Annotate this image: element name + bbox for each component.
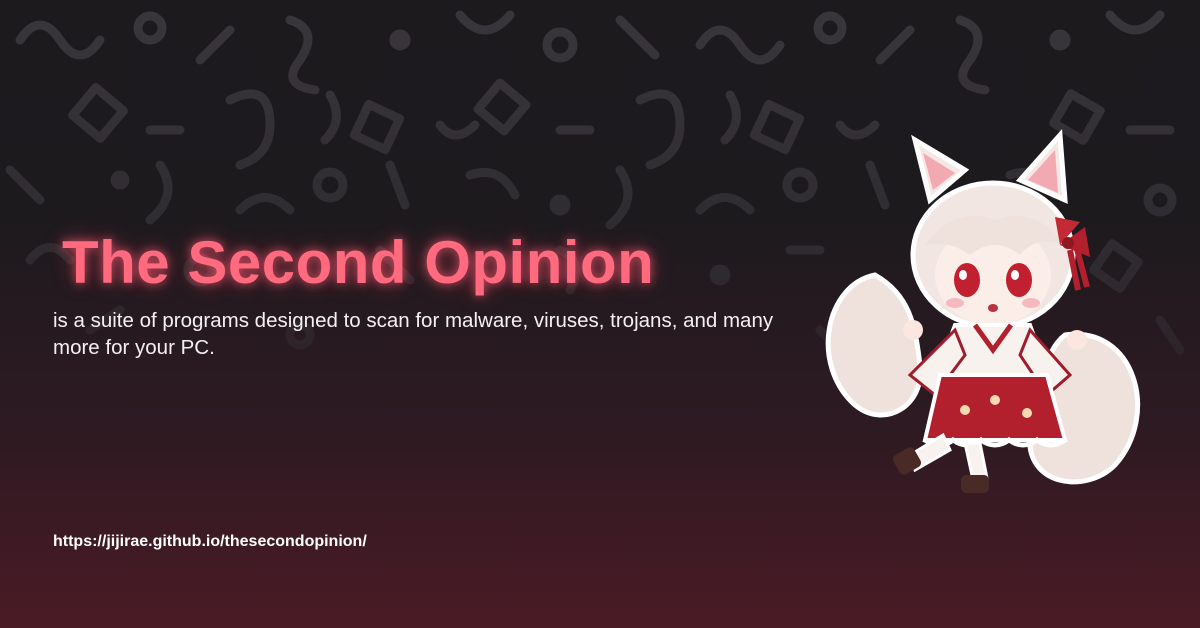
eye-left [954,263,980,297]
fox-tail-left [825,272,923,418]
hand-right [1067,330,1087,350]
red-hakama-skirt [922,373,1068,442]
hand-left [903,320,923,340]
shoe-right [961,475,989,493]
fox-girl-mascot-illustration [825,128,1140,493]
eye-right [1006,263,1032,297]
leg-right [963,441,989,482]
site-url-link[interactable]: https://jijirae.github.io/thesecondopini… [53,533,367,551]
page-title: The Second Opinion [62,229,655,296]
tagline-text: is a suite of programs designed to scan … [53,309,774,359]
